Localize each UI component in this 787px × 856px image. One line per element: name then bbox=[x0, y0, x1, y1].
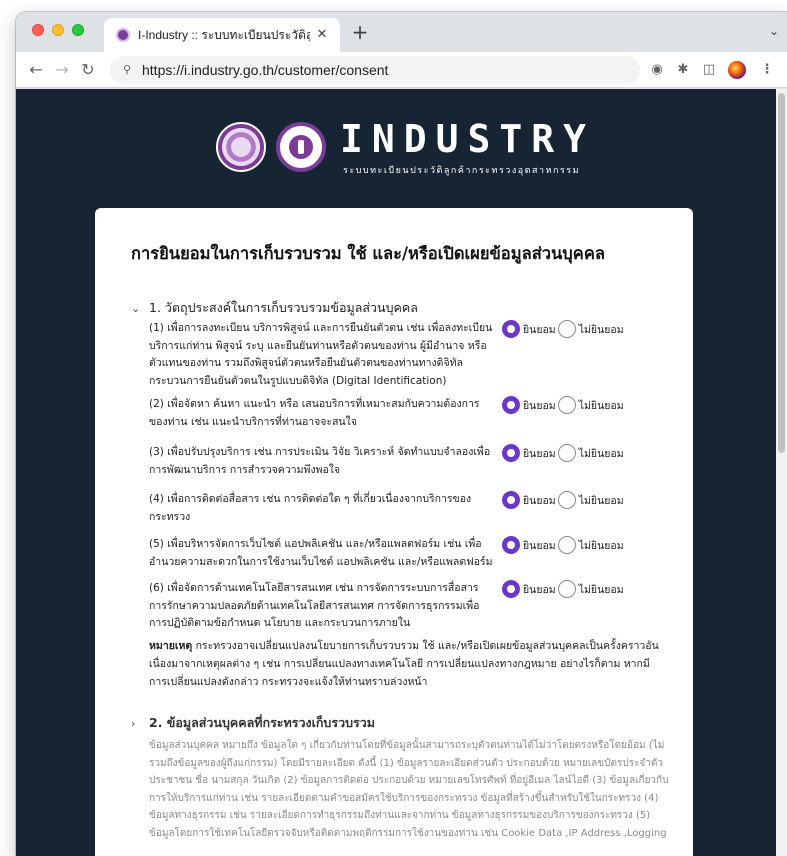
policy-note: หมายเหตุ กระทรวงอาจเปลี่ยนแปลงนโยบายการเ… bbox=[149, 637, 659, 691]
decline-radio[interactable] bbox=[557, 444, 576, 462]
page-scrollbar[interactable] bbox=[776, 89, 787, 856]
scrollbar-thumb[interactable] bbox=[778, 93, 785, 453]
maximize-window-button[interactable] bbox=[72, 24, 84, 36]
back-arrow-icon[interactable]: ← bbox=[24, 58, 48, 82]
browser-toolbar: ← → ↻ ⚲ https://i.industry.go.th/custome… bbox=[16, 52, 787, 88]
tab-close-icon[interactable]: ✕ bbox=[314, 27, 330, 43]
consent-item: (5) เพื่อบริหารจัดการเว็บไซต์ แอปพลิเคชั… bbox=[149, 536, 689, 571]
profile-avatar[interactable] bbox=[728, 61, 746, 79]
accept-label[interactable]: ยินยอม bbox=[523, 321, 556, 338]
site-favicon-icon bbox=[116, 28, 130, 42]
close-window-button[interactable] bbox=[32, 24, 44, 36]
site-brand: INDUSTRY ระบบทะเบียนประวัติลูกค้ากระทรวง… bbox=[216, 117, 596, 185]
forward-arrow-icon[interactable]: → bbox=[50, 58, 74, 82]
accept-radio[interactable] bbox=[502, 580, 520, 598]
reload-icon[interactable]: ↻ bbox=[76, 58, 100, 82]
accept-radio[interactable] bbox=[502, 320, 520, 338]
decline-label[interactable]: ไม่ยินยอม bbox=[579, 445, 624, 462]
decline-radio[interactable] bbox=[557, 491, 576, 509]
consent-card: การยินยอมในการเก็บรวบรวม ใช้ และ/หรือเปิ… bbox=[95, 208, 693, 856]
page-title: การยินยอมในการเก็บรวบรวม ใช้ และ/หรือเปิ… bbox=[131, 244, 605, 263]
note-label: หมายเหตุ bbox=[149, 640, 193, 652]
brand-wordmark: INDUSTRY bbox=[340, 117, 596, 161]
accept-radio[interactable] bbox=[502, 491, 520, 509]
accept-radio[interactable] bbox=[502, 444, 520, 462]
accept-label[interactable]: ยินยอม bbox=[523, 581, 556, 598]
consent-options: ยินยอม ไม่ยินยอม bbox=[502, 396, 626, 414]
decline-radio[interactable] bbox=[557, 536, 576, 554]
consent-item-text: (2) เพื่อจัดหา ค้นหา แนะนำ หรือ เสนอบริก… bbox=[149, 398, 480, 428]
consent-item: (6) เพื่อจัดการด้านเทคโนโลยีสารสนเทศ เช่… bbox=[149, 580, 689, 633]
address-bar[interactable]: ⚲ https://i.industry.go.th/customer/cons… bbox=[110, 56, 640, 84]
consent-item-text: (6) เพื่อจัดการด้านเทคโนโลยีสารสนเทศ เช่… bbox=[149, 582, 480, 629]
consent-item-text: (5) เพื่อบริหารจัดการเว็บไซต์ แอปพลิเคชั… bbox=[149, 538, 493, 568]
section-1-title: 1. วัตถุประสงค์ในการเก็บรวบรวมข้อมูลส่วน… bbox=[149, 300, 418, 315]
minimize-window-button[interactable] bbox=[52, 24, 64, 36]
industry-logo-icon bbox=[276, 122, 326, 172]
consent-item: (2) เพื่อจัดหา ค้นหา แนะนำ หรือ เสนอบริก… bbox=[149, 396, 689, 431]
side-panel-icon[interactable]: ◫ bbox=[700, 61, 718, 79]
decline-radio[interactable] bbox=[557, 580, 576, 598]
consent-item-text: (1) เพื่อการลงทะเบียน บริการพิสูจน์ และก… bbox=[149, 322, 493, 387]
extensions-puzzle-icon[interactable]: ✱ bbox=[674, 61, 692, 79]
decline-radio[interactable] bbox=[557, 396, 576, 414]
browser-tab[interactable]: I-Industry :: ระบบทะเบียนประวัติลูกค้า ✕ bbox=[104, 18, 340, 52]
consent-options: ยินยอม ไม่ยินยอม bbox=[502, 580, 626, 598]
brand-subtitle: ระบบทะเบียนประวัติลูกค้ากระทรวงอุตสาหกรร… bbox=[343, 166, 581, 176]
decline-label[interactable]: ไม่ยินยอม bbox=[579, 492, 624, 509]
consent-options: ยินยอม ไม่ยินยอม bbox=[502, 320, 626, 338]
accept-label[interactable]: ยินยอม bbox=[523, 397, 556, 414]
tab-strip: I-Industry :: ระบบทะเบียนประวัติลูกค้า ✕… bbox=[16, 12, 787, 52]
consent-options: ยินยอม ไม่ยินยอม bbox=[502, 536, 626, 554]
section-2-title: 2. ข้อมูลส่วนบุคคลที่กระทรวงเก็บรวบรวม bbox=[149, 715, 375, 730]
chevron-right-icon[interactable]: › bbox=[131, 717, 149, 730]
decline-label[interactable]: ไม่ยินยอม bbox=[579, 321, 624, 338]
ministry-seal-logo bbox=[216, 122, 266, 172]
accept-radio[interactable] bbox=[502, 536, 520, 554]
consent-item-text: (4) เพื่อการติดต่อสื่อสาร เช่น การติดต่อ… bbox=[149, 493, 472, 523]
new-tab-button[interactable]: + bbox=[348, 21, 372, 45]
consent-item: (1) เพื่อการลงทะเบียน บริการพิสูจน์ และก… bbox=[149, 320, 689, 390]
tab-title: I-Industry :: ระบบทะเบียนประวัติลูกค้า bbox=[138, 27, 310, 42]
decline-radio[interactable] bbox=[557, 320, 576, 338]
url-text[interactable]: https://i.industry.go.th/customer/consen… bbox=[142, 62, 388, 78]
more-menu-icon[interactable]: ⋮ bbox=[758, 61, 776, 79]
browser-window: I-Industry :: ระบบทะเบียนประวัติลูกค้า ✕… bbox=[16, 12, 787, 856]
section-1-header[interactable]: ⌄ 1. วัตถุประสงค์ในการเก็บรวบรวมข้อมูลส่… bbox=[131, 298, 418, 318]
tab-search-chevron-icon[interactable]: ⌄ bbox=[769, 24, 779, 38]
note-text: กระทรวงอาจเปลี่ยนแปลงนโยบายการเก็บรวบรวม… bbox=[149, 640, 659, 688]
section-2-body: ข้อมูลส่วนบุคคล หมายถึง ข้อมูลใด ๆ เกี่ย… bbox=[149, 740, 669, 839]
accept-radio[interactable] bbox=[502, 396, 520, 414]
decline-label[interactable]: ไม่ยินยอม bbox=[579, 397, 624, 414]
consent-options: ยินยอม ไม่ยินยอม bbox=[502, 444, 626, 462]
consent-item: (4) เพื่อการติดต่อสื่อสาร เช่น การติดต่อ… bbox=[149, 491, 689, 526]
consent-item-text: (3) เพื่อปรับปรุงบริการ เช่น การประเมิน … bbox=[149, 446, 491, 476]
decline-label[interactable]: ไม่ยินยอม bbox=[579, 581, 624, 598]
chevron-down-icon[interactable]: ⌄ bbox=[131, 302, 149, 315]
accept-label[interactable]: ยินยอม bbox=[523, 537, 556, 554]
site-info-icon[interactable]: ⚲ bbox=[120, 63, 134, 77]
accept-label[interactable]: ยินยอม bbox=[523, 445, 556, 462]
consent-options: ยินยอม ไม่ยินยอม bbox=[502, 491, 626, 509]
section-2-header[interactable]: › 2. ข้อมูลส่วนบุคคลที่กระทรวงเก็บรวบรวม bbox=[131, 713, 375, 733]
decline-label[interactable]: ไม่ยินยอม bbox=[579, 537, 624, 554]
consent-item: (3) เพื่อปรับปรุงบริการ เช่น การประเมิน … bbox=[149, 444, 689, 479]
accept-label[interactable]: ยินยอม bbox=[523, 492, 556, 509]
page-viewport: INDUSTRY ระบบทะเบียนประวัติลูกค้ากระทรวง… bbox=[16, 89, 787, 856]
camera-icon[interactable]: ◉ bbox=[648, 61, 666, 79]
